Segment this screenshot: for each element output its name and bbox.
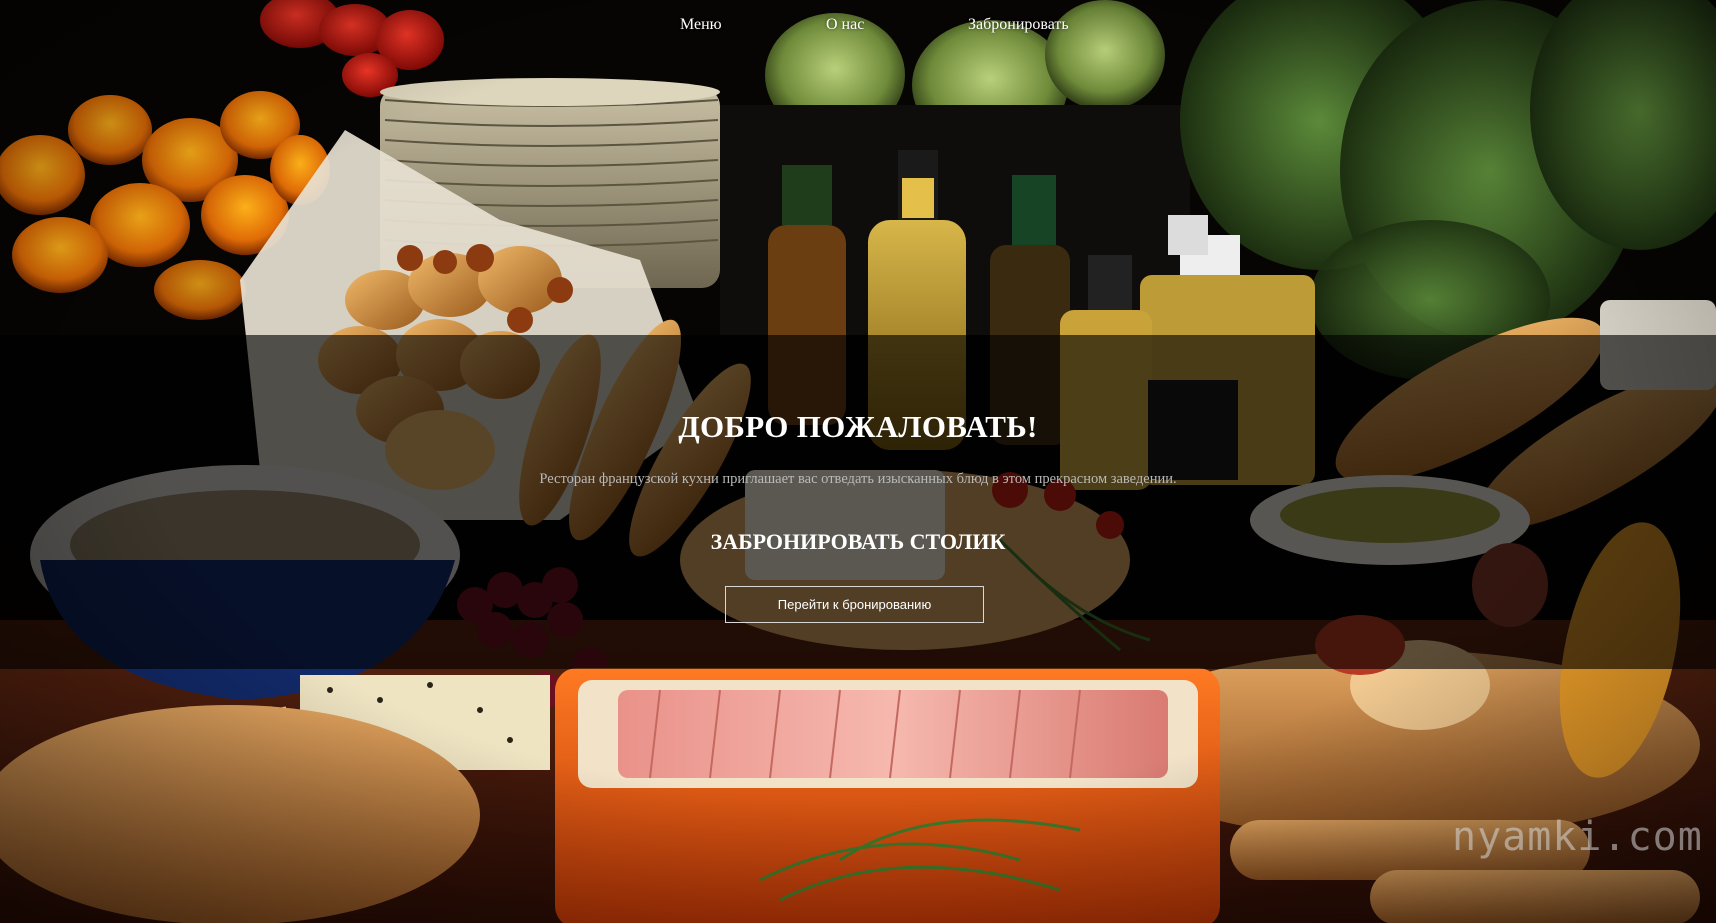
reserve-table-heading: ЗАБРОНИРОВАТЬ СТОЛИК: [710, 529, 1006, 554]
go-to-reservation-button[interactable]: Перейти к бронированию: [725, 586, 984, 623]
page: Меню О нас Забронировать ДОБРО ПОЖАЛОВАТ…: [0, 0, 1716, 923]
top-navigation: Меню О нас Забронировать: [0, 0, 1716, 56]
welcome-overlay: ДОБРО ПОЖАЛОВАТЬ! Ресторан французской к…: [0, 335, 1716, 669]
welcome-title: ДОБРО ПОЖАЛОВАТЬ!: [678, 409, 1038, 444]
nav-link-menu[interactable]: Меню: [680, 16, 722, 34]
watermark: nyamki.com: [1452, 814, 1703, 860]
nav-link-about[interactable]: О нас: [826, 16, 864, 34]
welcome-subtitle: Ресторан французской кухни приглашает ва…: [539, 471, 1177, 487]
nav-link-reserve[interactable]: Забронировать: [968, 16, 1069, 34]
